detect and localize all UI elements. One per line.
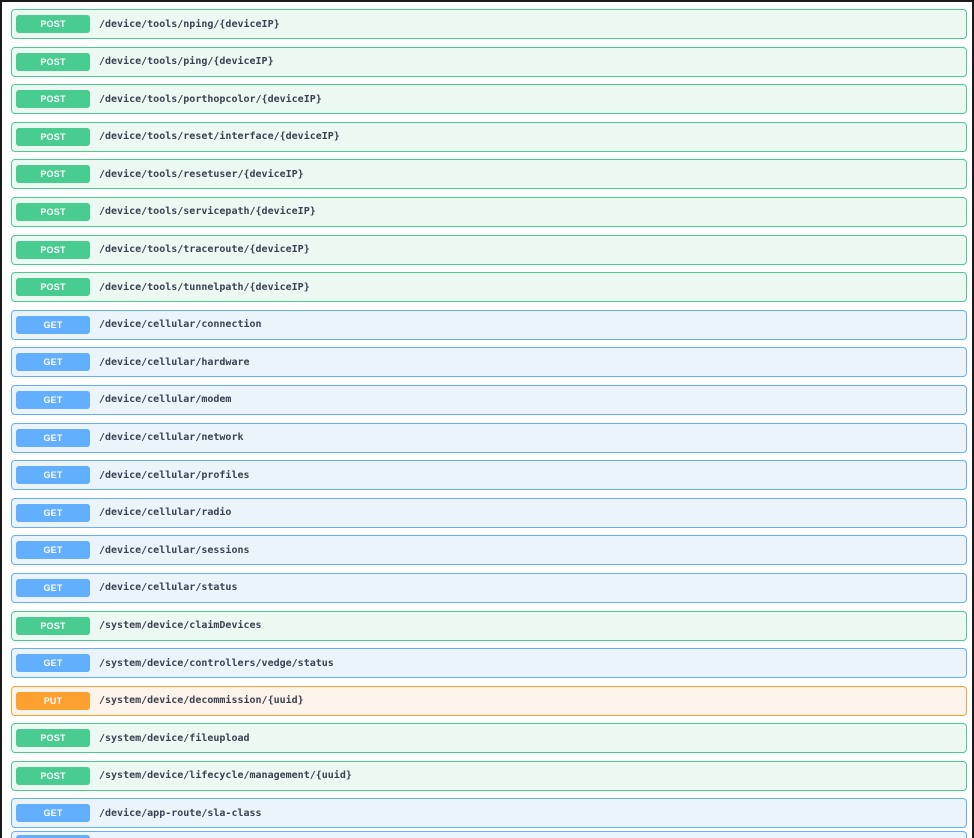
operation-row-post[interactable]: POST/device/tools/nping/{deviceIP} (11, 9, 967, 39)
operation-row-put[interactable]: PUT/system/device/decommission/{uuid} (11, 685, 967, 716)
method-badge-post: POST (16, 766, 90, 785)
operation-path: /device/cellular/hardware (99, 356, 250, 368)
operation-path: /system/device/fileupload (99, 732, 250, 744)
method-badge-post: POST (16, 90, 90, 109)
method-badge-put: PUT (16, 691, 90, 710)
method-badge-get: GET (16, 353, 90, 372)
operation-path: /device/tools/nping/{deviceIP} (99, 18, 280, 30)
operation-path: /device/cellular/sessions (99, 544, 250, 556)
method-badge-post: POST (16, 52, 90, 71)
operation-path: /device/tools/tunnelpath/{deviceIP} (99, 281, 310, 293)
operation-path: /device/cellular/status (99, 582, 238, 594)
method-badge-post: POST (16, 240, 90, 259)
method-badge-get: GET (16, 654, 90, 673)
operation-path: /system/device/lifecycle/management/{uui… (99, 770, 352, 782)
operation-row-post[interactable]: POST/device/tools/tunnelpath/{deviceIP} (11, 272, 967, 303)
method-badge-get: GET (16, 428, 90, 447)
operation-row-post[interactable]: POST/system/device/claimDevices (11, 610, 967, 641)
operation-path: /device/tools/traceroute/{deviceIP} (99, 244, 310, 256)
operation-row-get[interactable]: GET/device/cellular/modem (11, 384, 967, 415)
operation-row-get[interactable]: GET/device/cellular/hardware (11, 347, 967, 378)
operation-path: /device/cellular/profiles (99, 469, 250, 481)
operation-path: /device/tools/reset/interface/{deviceIP} (99, 131, 340, 143)
operation-row-get[interactable]: GET/device/cellular/sessions (11, 535, 967, 566)
operation-row-post[interactable]: POST/device/tools/traceroute/{deviceIP} (11, 234, 967, 265)
method-badge-get: GET (16, 541, 90, 560)
operation-path: /device/cellular/network (99, 432, 244, 444)
method-badge-post: POST (16, 15, 90, 33)
operation-row-post[interactable]: POST/device/tools/porthopcolor/{deviceIP… (11, 84, 967, 115)
operation-row-post[interactable]: POST/device/tools/resetuser/{deviceIP} (11, 159, 967, 190)
method-badge-post: POST (16, 729, 90, 748)
api-operations-panel: POST/device/tools/nping/{deviceIP} POST/d… (0, 0, 974, 838)
operation-row-get[interactable]: GET/device/cellular/radio (11, 497, 967, 528)
operation-path: /device/cellular/radio (99, 507, 232, 519)
operation-path: /device/tools/servicepath/{deviceIP} (99, 206, 316, 218)
method-badge-get: GET (16, 578, 90, 597)
operation-path: /system/device/decommission/{uuid} (99, 695, 304, 707)
operation-path: /device/cellular/modem (99, 394, 232, 406)
method-badge-post: POST (16, 202, 90, 221)
operation-row-post[interactable]: POST/device/tools/servicepath/{deviceIP} (11, 196, 967, 227)
method-badge-get: GET (16, 466, 90, 485)
operation-row-get[interactable]: GET/device/cellular/connection (11, 309, 967, 340)
operation-row-get[interactable]: GET/device/cellular/network (11, 422, 967, 453)
operation-path: /system/device/controllers/vedge/status (99, 657, 334, 669)
operation-row-get[interactable]: GET/device/app-route/sla-class (11, 798, 967, 829)
method-badge-post: POST (16, 278, 90, 297)
operation-path: /device/tools/ping/{deviceIP} (99, 56, 274, 68)
operations-list: POST/device/tools/nping/{deviceIP} POST/d… (11, 9, 967, 836)
operation-path: /device/app-route/sla-class (99, 807, 262, 819)
operation-row-post[interactable]: POST/device/tools/reset/interface/{devic… (11, 121, 967, 152)
method-badge-get: GET (16, 390, 90, 409)
operation-row-get[interactable]: GET/system/device/controllers/vedge/stat… (11, 648, 967, 679)
operation-path: /device/tools/resetuser/{deviceIP} (99, 168, 304, 180)
method-badge-get: GET (16, 503, 90, 522)
method-badge-post: POST (16, 165, 90, 184)
operation-row-post[interactable]: POST/system/device/fileupload (11, 723, 967, 754)
method-badge-post: POST (16, 616, 90, 635)
method-badge-get: GET (16, 804, 90, 823)
operation-path: /device/tools/porthopcolor/{deviceIP} (99, 93, 322, 105)
operation-row-post[interactable]: POST/device/tools/ping/{deviceIP} (11, 46, 967, 77)
operation-row-get[interactable]: GET/device/cellular/status (11, 572, 967, 603)
operation-path: /system/device/claimDevices (99, 620, 262, 631)
operation-row-get[interactable]: GET/device/cellular/profiles (11, 460, 967, 491)
operation-row-partial[interactable] (11, 831, 967, 838)
method-badge-post: POST (16, 127, 90, 146)
method-badge-get: GET (16, 315, 90, 334)
operation-path: /device/cellular/connection (99, 319, 262, 331)
operation-row-post[interactable]: POST/system/device/lifecycle/management/… (11, 760, 967, 791)
